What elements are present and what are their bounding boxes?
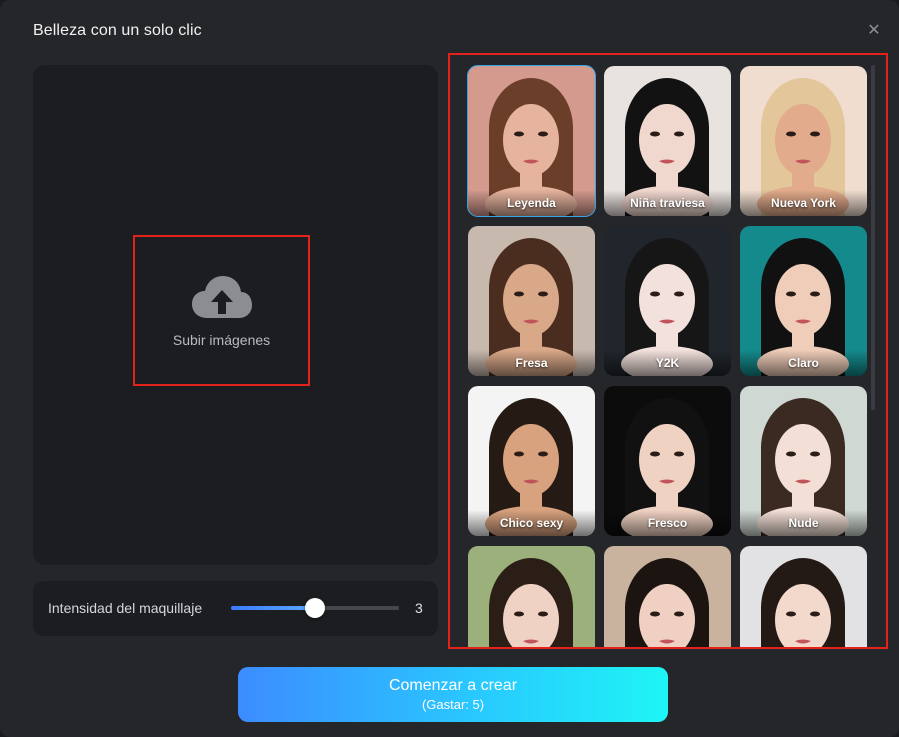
style-card[interactable]: Y2K xyxy=(604,226,731,376)
cloud-upload-icon xyxy=(191,275,252,318)
upload-label: Subir imágenes xyxy=(172,331,271,348)
intensity-label: Intensidad del maquillaje xyxy=(48,600,203,616)
start-creating-button[interactable]: Comenzar a crear (Gastar: 5) xyxy=(238,667,668,722)
style-card-label: Nude xyxy=(740,510,867,536)
style-card-label: Fresco xyxy=(604,510,731,536)
makeup-style-panel: Leyenda Niña traviesa Nueva York Fresa Y2K Cl… xyxy=(448,53,888,649)
style-card[interactable]: Niña traviesa xyxy=(604,66,731,216)
style-card[interactable]: Nude xyxy=(740,386,867,536)
style-card-label: Niña traviesa xyxy=(604,190,731,216)
style-card-label: Y2K xyxy=(604,350,731,376)
style-card[interactable]: Nueva York xyxy=(740,66,867,216)
beauty-dialog: Belleza con un solo clic ✕ Subir imágene… xyxy=(0,0,899,737)
style-scrollbar[interactable] xyxy=(871,65,875,410)
style-card[interactable] xyxy=(468,546,595,647)
intensity-value: 3 xyxy=(415,600,423,616)
style-card-label: Leyenda xyxy=(468,190,595,216)
style-card[interactable]: Claro xyxy=(740,226,867,376)
close-icon[interactable]: ✕ xyxy=(864,20,884,40)
style-card[interactable]: Fresco xyxy=(604,386,731,536)
dialog-title: Belleza con un solo clic xyxy=(33,22,202,39)
style-card[interactable]: Chico sexy xyxy=(468,386,595,536)
style-thumbnail xyxy=(740,546,867,647)
start-creating-label: Comenzar a crear xyxy=(388,677,518,694)
style-card[interactable] xyxy=(604,546,731,647)
intensity-panel: Intensidad del maquillaje 3 xyxy=(33,581,438,636)
slider-fill xyxy=(231,606,315,610)
slider-thumb[interactable] xyxy=(305,598,325,618)
style-card[interactable] xyxy=(740,546,867,647)
cost-label: (Gastar: 5) xyxy=(421,697,485,712)
style-card[interactable]: Leyenda xyxy=(467,65,596,217)
intensity-slider[interactable] xyxy=(231,598,399,618)
style-thumbnail xyxy=(604,546,731,647)
style-card-label: Chico sexy xyxy=(468,510,595,536)
style-grid: Leyenda Niña traviesa Nueva York Fresa Y2K Cl… xyxy=(467,65,867,647)
style-thumbnail xyxy=(468,546,595,647)
upload-images-button[interactable]: Subir imágenes xyxy=(133,235,310,386)
style-card[interactable]: Fresa xyxy=(468,226,595,376)
style-card-label: Claro xyxy=(740,350,867,376)
style-card-label: Nueva York xyxy=(740,190,867,216)
style-card-label: Fresa xyxy=(468,350,595,376)
upload-panel: Subir imágenes xyxy=(33,65,438,565)
